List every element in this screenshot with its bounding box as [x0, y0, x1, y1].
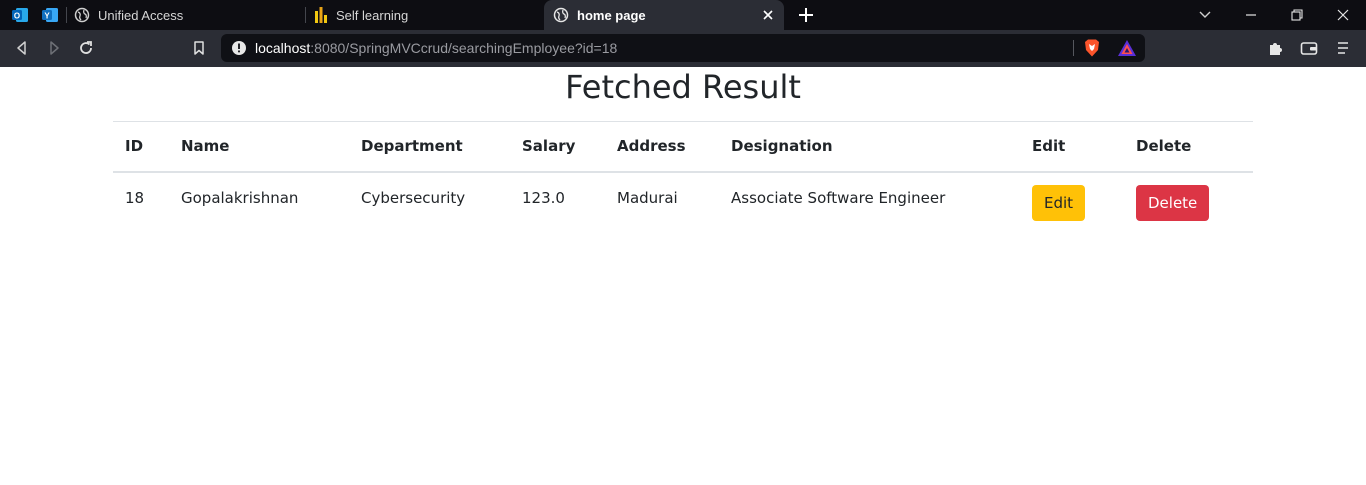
- bookmark-icon: [194, 41, 204, 55]
- tab-home-page[interactable]: home page: [544, 0, 784, 30]
- wallet-icon: [1300, 42, 1318, 55]
- table-row: 18 Gopalakrishnan Cybersecurity 123.0 Ma…: [113, 172, 1253, 224]
- forward-button[interactable]: [44, 38, 64, 58]
- minimize-button[interactable]: [1228, 0, 1274, 30]
- employee-table: ID Name Department Salary Address Design…: [113, 121, 1253, 224]
- cell-department: Cybersecurity: [361, 188, 466, 207]
- url-path: :8080/SpringMVCcrud/searchingEmployee?id…: [310, 40, 618, 56]
- cell-edit: Edit: [1020, 172, 1124, 224]
- cell-name: Gopalakrishnan: [181, 188, 299, 207]
- close-window-button[interactable]: [1320, 0, 1366, 30]
- table-header-row: ID Name Department Salary Address Design…: [113, 121, 1253, 173]
- outlook-pinned-tab[interactable]: O: [10, 5, 30, 25]
- close-icon[interactable]: [760, 7, 776, 23]
- restore-button[interactable]: [1274, 0, 1320, 30]
- page-title: Fetched Result: [565, 68, 801, 106]
- browser-toolbar: localhost:8080/SpringMVCcrud/searchingEm…: [0, 30, 1366, 67]
- delete-button[interactable]: Delete: [1136, 184, 1210, 221]
- tab-self-learning[interactable]: Self learning: [306, 0, 544, 30]
- tab-search-button[interactable]: [1182, 0, 1228, 30]
- url-text[interactable]: localhost:8080/SpringMVCcrud/searchingEm…: [255, 40, 617, 56]
- outlook-icon: O: [12, 8, 28, 22]
- back-arrow-icon: [17, 41, 26, 55]
- column-header-department: Department: [349, 121, 510, 173]
- menu-button[interactable]: [1333, 38, 1353, 58]
- reload-button[interactable]: [76, 38, 96, 58]
- puzzle-icon: [1270, 43, 1282, 55]
- restore-icon: [1291, 9, 1303, 21]
- svg-text:O: O: [14, 12, 20, 21]
- power-bi-icon: [315, 7, 327, 23]
- column-header-id: ID: [113, 121, 169, 173]
- new-tab-button[interactable]: [796, 5, 816, 25]
- site-info-icon[interactable]: [231, 40, 247, 56]
- tab-strip: O Y Unified Access Self learning home pa…: [0, 0, 1366, 30]
- yammer-icon: Y: [42, 8, 58, 22]
- yammer-pinned-tab[interactable]: Y: [40, 5, 60, 25]
- cell-delete: Delete: [1124, 172, 1253, 224]
- back-button[interactable]: [12, 38, 32, 58]
- cell-designation: Associate Software Engineer: [731, 188, 946, 207]
- chevron-down-icon: [1199, 11, 1211, 18]
- globe-icon: [553, 7, 569, 23]
- column-header-salary: Salary: [510, 121, 605, 173]
- column-header-designation: Designation: [719, 121, 1020, 173]
- cell-id: 18: [125, 188, 145, 207]
- column-header-address: Address: [605, 121, 719, 173]
- bookmark-button[interactable]: [189, 38, 209, 58]
- reload-icon: [80, 41, 92, 54]
- cell-address: Madurai: [617, 188, 678, 207]
- extensions-button[interactable]: [1266, 38, 1286, 58]
- column-header-name: Name: [169, 121, 349, 173]
- column-header-edit: Edit: [1020, 121, 1124, 173]
- hamburger-menu-icon: [1338, 42, 1348, 54]
- close-icon: [1337, 9, 1349, 21]
- address-bar-separator: [1073, 40, 1074, 56]
- minimize-icon: [1246, 14, 1256, 16]
- tab-title: Self learning: [336, 7, 409, 23]
- edit-button[interactable]: Edit: [1032, 184, 1086, 221]
- tab-title: home page: [577, 7, 646, 23]
- tab-unified-access[interactable]: Unified Access: [66, 0, 306, 30]
- address-bar[interactable]: localhost:8080/SpringMVCcrud/searchingEm…: [221, 34, 1145, 62]
- column-header-delete: Delete: [1124, 121, 1253, 173]
- forward-arrow-icon: [50, 41, 59, 55]
- url-host: localhost: [255, 40, 311, 56]
- wallet-button[interactable]: [1299, 38, 1319, 58]
- brave-rewards-icon[interactable]: [1117, 39, 1137, 57]
- tab-title: Unified Access: [98, 7, 184, 23]
- svg-text:Y: Y: [44, 12, 50, 21]
- cell-salary: 123.0: [522, 188, 565, 207]
- brave-shields-icon[interactable]: [1083, 38, 1101, 58]
- globe-icon: [74, 7, 90, 23]
